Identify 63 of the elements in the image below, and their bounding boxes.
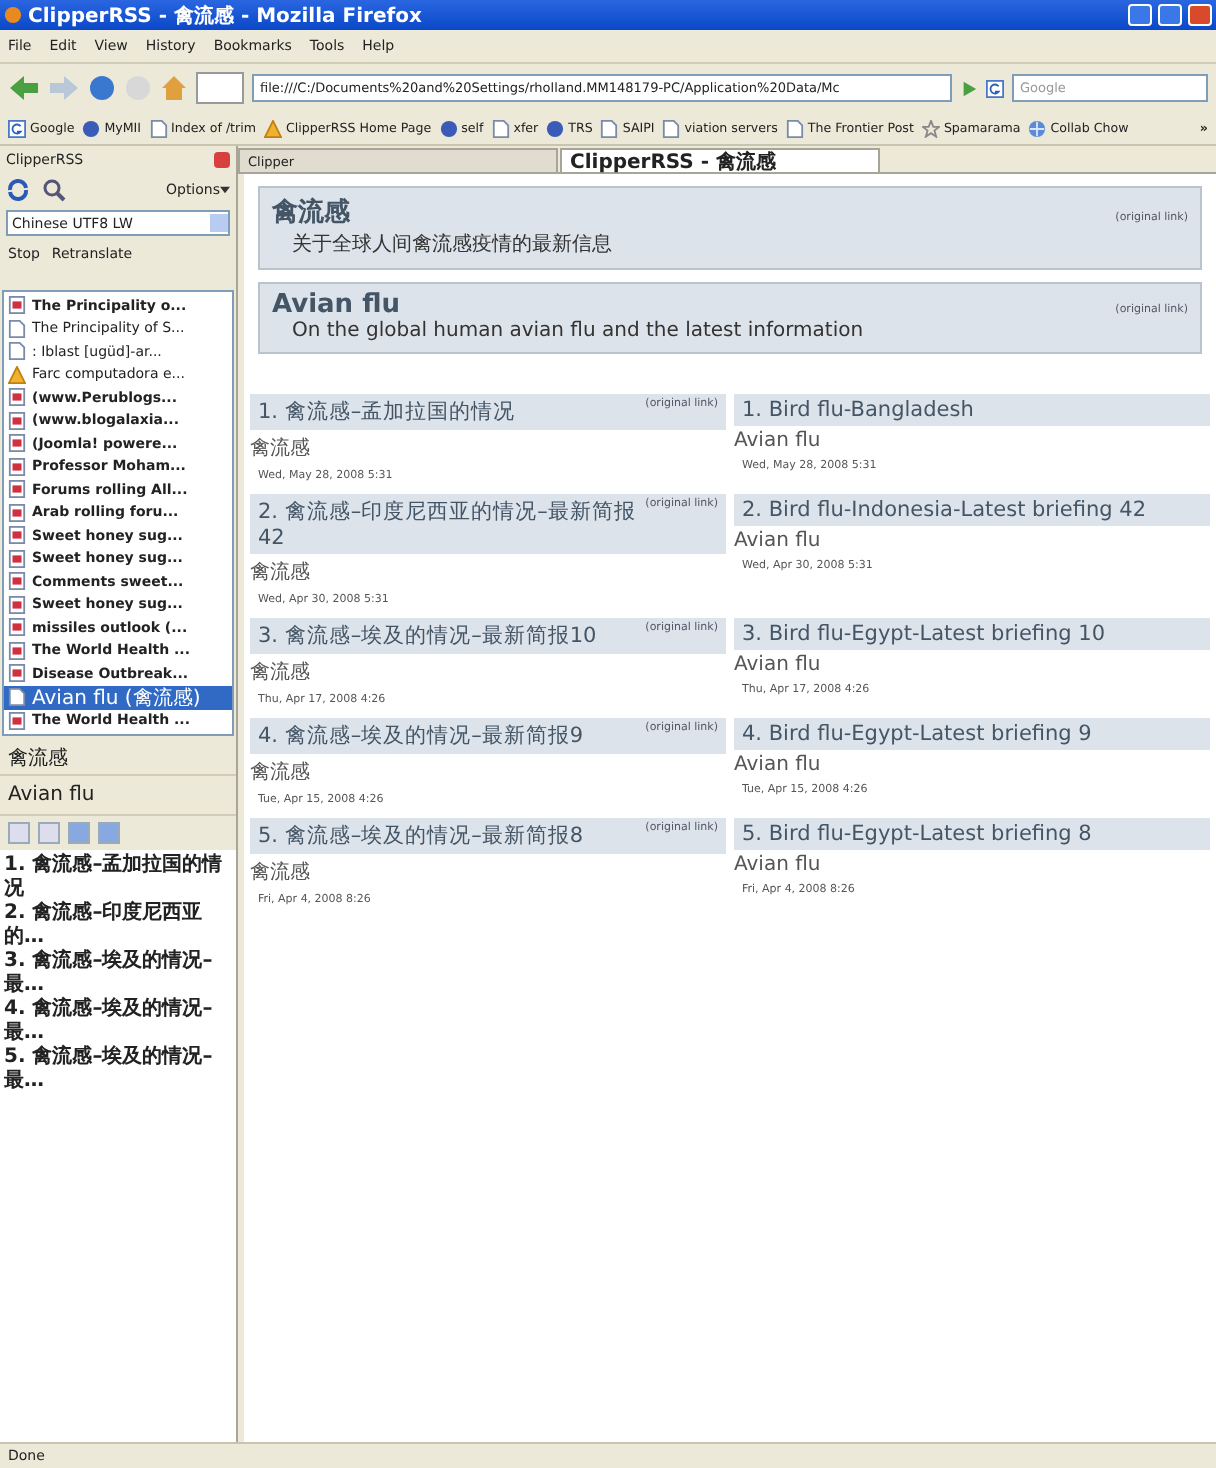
- item-link[interactable]: 4. 禽流感–埃及的情况–最…: [4, 998, 232, 1046]
- home-icon[interactable]: [160, 74, 188, 102]
- page-icon: [149, 119, 168, 137]
- article-title[interactable]: 5. Bird flu-Egypt-Latest briefing 8: [742, 822, 1092, 846]
- caret-icon: [220, 186, 230, 194]
- original-title: 禽流感: [0, 736, 236, 776]
- close-button[interactable]: [1188, 4, 1212, 26]
- article-title[interactable]: 2. 禽流感–印度尼西亚的情况–最新简报 42: [258, 498, 638, 550]
- page-icon: [491, 119, 510, 137]
- feed-title: 禽流感: [272, 195, 350, 230]
- maximize-button[interactable]: [1158, 4, 1182, 26]
- star-icon: [921, 119, 940, 137]
- toolbar-icon[interactable]: [8, 822, 30, 844]
- google-icon: [986, 79, 1004, 97]
- page-icon: [785, 119, 804, 137]
- warning-icon: [264, 119, 283, 137]
- minimize-button[interactable]: [1128, 4, 1152, 26]
- article-source: 禽流感: [250, 659, 312, 688]
- item-link[interactable]: 1. 禽流感–孟加拉国的情况: [4, 854, 232, 902]
- translated-title: Avian flu: [0, 776, 236, 816]
- m-badge-icon: [82, 119, 101, 137]
- feed-item[interactable]: Avian flu (禽流感): [4, 685, 232, 709]
- article-title[interactable]: 1. 禽流感–孟加拉国的情况: [258, 398, 516, 426]
- go-arrow-icon[interactable]: [960, 79, 978, 97]
- refresh-icon[interactable]: [6, 178, 30, 202]
- m-badge-icon: [439, 119, 458, 137]
- article-source: Avian flu: [734, 428, 823, 456]
- article-source: 禽流感: [250, 759, 312, 788]
- feed-document-icon: [8, 296, 26, 315]
- article-source: 禽流感: [250, 435, 312, 464]
- feed-title: Avian flu: [272, 290, 400, 320]
- article-title[interactable]: 3. Bird flu-Egypt-Latest briefing 10: [742, 622, 1106, 646]
- article-title[interactable]: 4. 禽流感–埃及的情况–最新简报9: [258, 722, 584, 750]
- search-icon[interactable]: [42, 178, 66, 202]
- article-title[interactable]: 4. Bird flu-Egypt-Latest briefing 9: [742, 722, 1092, 746]
- article-title[interactable]: 5. 禽流感–埃及的情况–最新简报8: [258, 822, 584, 850]
- page-icon: [600, 119, 619, 137]
- article-title[interactable]: 1. Bird flu-Bangladesh: [742, 398, 974, 422]
- article-source: 禽流感: [250, 859, 312, 888]
- window-title: ClipperRSS - 禽流感 - Mozilla Firefox: [28, 2, 424, 29]
- globe-icon: [1028, 119, 1047, 137]
- page-icon: [662, 119, 681, 137]
- back-arrow-icon[interactable]: [8, 74, 40, 102]
- item-link[interactable]: 2. 禽流感–印度尼西亚的…: [4, 902, 232, 950]
- warning-icon: [8, 365, 26, 384]
- article-title[interactable]: 3. 禽流感–埃及的情况–最新简报10: [258, 622, 597, 650]
- feed-description: 关于全球人间禽流感疫情的最新信息: [290, 231, 614, 258]
- toolbar-icon[interactable]: [38, 822, 60, 844]
- article-source: Avian flu: [734, 752, 823, 780]
- close-icon[interactable]: [214, 152, 230, 168]
- item-link[interactable]: 3. 禽流感–埃及的情况–最…: [4, 950, 232, 998]
- google-icon: [8, 119, 26, 137]
- page-icon: [8, 688, 26, 706]
- article-title[interactable]: 2. Bird flu-Indonesia-Latest briefing 42: [742, 498, 1147, 522]
- feed-document-icon: [8, 711, 26, 730]
- article-source: Avian flu: [734, 652, 823, 680]
- feed-description: On the global human avian flu and the latest information: [290, 320, 866, 342]
- article-source: Avian flu: [734, 852, 823, 880]
- tab[interactable]: ClipperRSS - 禽流感: [560, 148, 880, 172]
- article-source: 禽流感: [250, 559, 312, 588]
- article-source: Avian flu: [734, 528, 823, 556]
- m-badge-icon: [546, 119, 565, 137]
- item-link[interactable]: 5. 禽流感–埃及的情况–最…: [4, 1046, 232, 1094]
